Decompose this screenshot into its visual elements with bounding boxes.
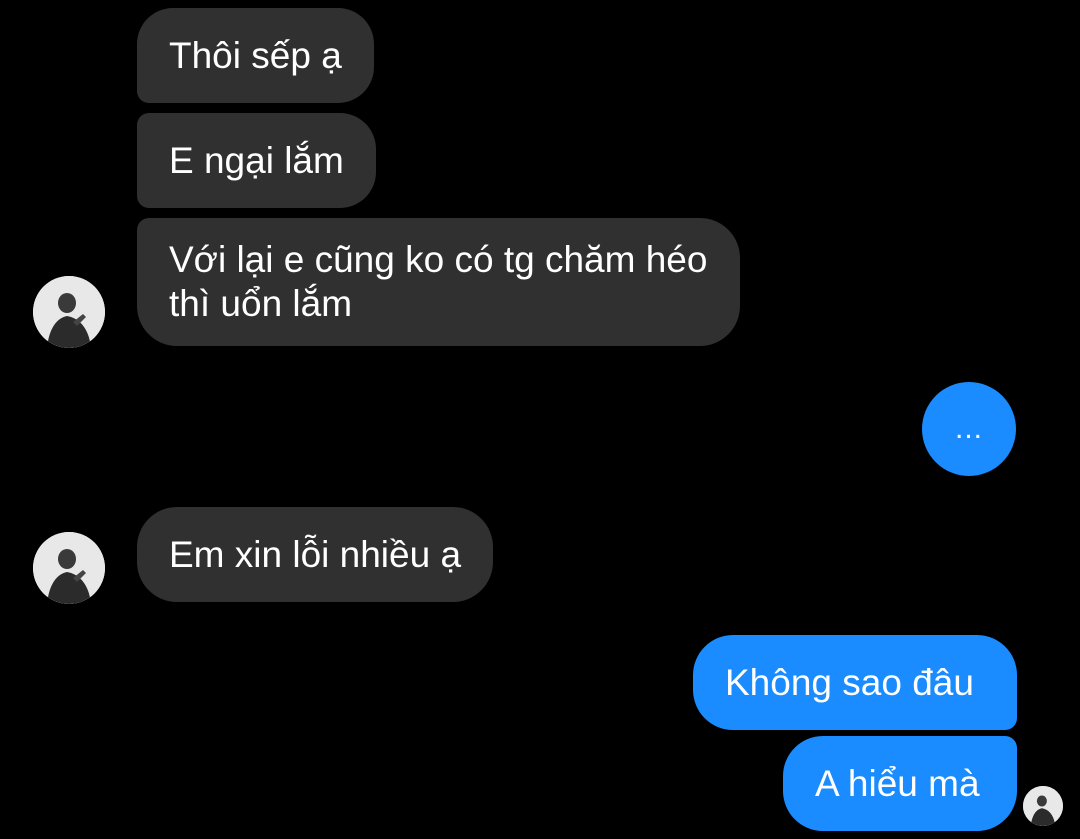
incoming-message-bubble[interactable]: Với lại e cũng ko có tg chăm héo thì uổn…	[137, 218, 740, 346]
typing-dots: ...	[954, 412, 983, 445]
message-text: Không sao đâu	[725, 661, 974, 703]
message-text: E ngại lắm	[169, 139, 344, 181]
incoming-message-bubble[interactable]: E ngại lắm	[137, 113, 376, 208]
incoming-message-bubble[interactable]: Em xin lỗi nhiều ạ	[137, 507, 494, 602]
message-text: Em xin lỗi nhiều ạ	[169, 533, 462, 575]
message-text: A hiểu mà	[815, 762, 980, 804]
message-text: Thôi sếp ạ	[169, 34, 342, 76]
incoming-message-bubble[interactable]: Thôi sếp ạ	[137, 8, 374, 103]
contact-avatar-icon[interactable]	[33, 532, 105, 604]
read-receipt-avatar-icon	[1023, 786, 1063, 826]
outgoing-message-bubble[interactable]: Không sao đâu	[693, 635, 1017, 730]
typing-indicator: ...	[922, 382, 1016, 476]
message-text: Với lại e cũng ko có tg chăm héo thì uổn…	[169, 239, 708, 324]
contact-avatar-icon[interactable]	[33, 276, 105, 348]
outgoing-message-bubble[interactable]: A hiểu mà	[783, 736, 1017, 831]
